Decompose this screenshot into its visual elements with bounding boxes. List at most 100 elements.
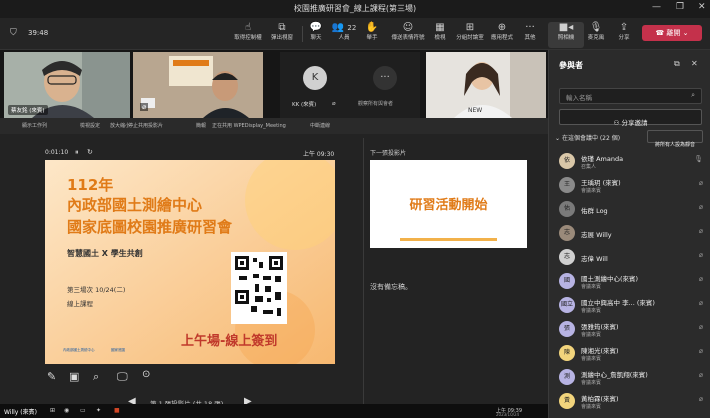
avatar: 國立 xyxy=(559,297,575,313)
participant-video xyxy=(133,52,263,118)
clock-date: 2023/10/24 xyxy=(496,412,520,417)
qr-code xyxy=(235,256,283,316)
teams-meeting-window: 校園推廣研習會_線上課程(第三場) — ❐ ✕ ⛉ 39:48 ☝ 取得控制權 … xyxy=(0,0,710,418)
participant-role: 召集人 xyxy=(581,164,597,170)
view-all-tile[interactable]: ··· 觀察所有與會者 xyxy=(350,52,420,118)
participant-name: 黃柏霖(來賓) xyxy=(581,395,619,403)
pause-icon[interactable]: ⏸ xyxy=(75,148,79,157)
powerpoint-icon[interactable]: ■ xyxy=(114,407,120,414)
search-participants-input[interactable]: 輸入名稱 ⌕ xyxy=(559,88,702,104)
avatar: 佑 xyxy=(559,201,575,217)
slide-title-line1: 內政部國土測繪中心 xyxy=(67,196,203,214)
video-tile[interactable]: 蔡友銘 (來賓) xyxy=(4,52,130,118)
participant-name: 志展 Willy xyxy=(581,231,612,239)
mic-off-icon: ⌀ xyxy=(698,179,703,187)
close-panel-icon[interactable]: ✕ xyxy=(691,59,698,68)
participant-row[interactable]: 國立 國立中興高中 李... (來賓) 會議來賓 ⌀ xyxy=(559,294,707,318)
participant-name: 依瑾 Amanda xyxy=(581,155,624,163)
reset-icon[interactable]: ↻ xyxy=(87,148,93,156)
mic-off-icon: ⌀ xyxy=(698,323,703,331)
popout-panel-icon[interactable]: ⧉ xyxy=(674,59,680,69)
panel-title: 參與者 xyxy=(559,61,583,70)
participant-role: 會議來賓 xyxy=(581,404,602,410)
participant-name: 陳湘光(來賓) xyxy=(581,347,619,355)
share-invite-button[interactable]: ⚇ 分享邀請 xyxy=(559,109,702,127)
slideshow-button[interactable]: 簡報 xyxy=(196,122,206,129)
avatar: 志 xyxy=(559,225,575,241)
minimize-icon[interactable]: — xyxy=(652,2,661,12)
avatar: K xyxy=(303,66,327,90)
participant-name: 國土測繪中心(來賓) xyxy=(581,275,639,283)
avatar: 張 xyxy=(559,321,575,337)
folder-icon[interactable]: ▭ xyxy=(80,407,86,414)
participant-row[interactable]: 黃黃柏霖(來賓) 會議來賓 ⌀ xyxy=(559,390,707,414)
logo-nlsc: 內政部國土測繪中心 xyxy=(63,348,95,352)
next-slide-label: 下一張投影片 xyxy=(370,150,407,157)
view-settings-button[interactable]: 檢視設定 xyxy=(80,122,100,129)
mute-all-button[interactable]: 將所有人設為靜音 xyxy=(647,130,703,148)
participant-name: 王瑀玥 (來賓) xyxy=(581,179,621,187)
close-icon[interactable]: ✕ xyxy=(698,2,706,12)
participant-row[interactable]: 佑佑群 Log ⌀ xyxy=(559,198,707,222)
shield-icon: ⛉ xyxy=(10,28,17,38)
slides-grid-icon[interactable]: ▣ xyxy=(69,370,79,383)
zoom-icon[interactable]: ⌕ xyxy=(93,370,99,384)
participant-row[interactable]: 國國土測繪中心(來賓) 會議來賓 ⌀ xyxy=(559,270,707,294)
mic-off-icon: ⌀ xyxy=(698,347,703,355)
notes-text: 沒有備忘稿。 xyxy=(370,283,412,291)
start-icon[interactable]: ⊞ xyxy=(50,407,55,414)
teams-icon[interactable]: ✦ xyxy=(96,407,101,414)
more-button[interactable]: ··· 其他 xyxy=(510,22,550,48)
avatar: 黃 xyxy=(559,393,575,409)
participant-row[interactable]: 陳陳湘光(來賓) 會議來賓 ⌀ xyxy=(559,342,707,366)
system-taskbar: Willy (來賓) ⊞ ◉ ▭ ✦ ■ 上午 09:39 2023/10/24 xyxy=(0,404,548,418)
leave-button[interactable]: ☎ 離開 ⌄ xyxy=(642,25,702,41)
video-tile[interactable]: NEW xyxy=(426,52,546,118)
video-tile[interactable] xyxy=(133,52,263,118)
clock: 上午 09:30 xyxy=(303,151,335,158)
search-icon: ⌕ xyxy=(691,91,695,99)
logo-basemap: 國家底圖 xyxy=(111,348,125,352)
participant-row[interactable]: 志志偉 Will ⌀ xyxy=(559,246,707,270)
share-icon: ⇪ xyxy=(619,22,629,33)
avatar: 志 xyxy=(559,249,575,265)
slide-signin-label: 上午場-線上簽到 xyxy=(181,334,278,349)
mic-off-icon: ⌀ xyxy=(698,251,703,259)
disconnect-button[interactable]: 中斷連線 xyxy=(310,122,330,129)
participant-row[interactable]: 志志展 Willy ⌀ xyxy=(559,222,707,246)
participant-name: 國立中興高中 李... (來賓) xyxy=(581,299,655,307)
participant-row[interactable]: 測測繪中心_詹凱翔(來賓) 會議來賓 ⌀ xyxy=(559,366,707,390)
stop-sharing-button[interactable]: 停止共用投影片 xyxy=(128,122,163,129)
share-button[interactable]: ⇪ 分享 xyxy=(604,22,644,48)
mic-off-icon: ⌀ xyxy=(698,299,703,307)
monitor-icon[interactable]: 🖵 xyxy=(117,370,128,384)
participant-role: 會議來賓 xyxy=(581,308,602,314)
section-toggle[interactable]: ⌄ 在這個會議中 (22 個) xyxy=(555,133,620,142)
participant-name: 測繪中心_詹凱翔(來賓) xyxy=(581,371,648,379)
participants-panel: 參與者 ⧉ ✕ 輸入名稱 ⌕ ⚇ 分享邀請 ⌄ 在這個會議中 (22 個) 將所… xyxy=(548,50,710,418)
view-all-label: 觀察所有與會者 xyxy=(358,101,394,107)
maximize-icon[interactable]: ❐ xyxy=(676,2,684,12)
participant-row[interactable]: 張張雅筠(來賓) 會議來賓 ⌀ xyxy=(559,318,707,342)
elapsed-timer: 0:01:10 xyxy=(45,149,69,156)
mic-off-icon: ⌀ xyxy=(698,203,703,211)
participant-name: KK (來賓) xyxy=(292,102,317,108)
show-taskbar-button[interactable]: 顯示工作列 xyxy=(22,122,47,129)
browser-icon[interactable]: ◉ xyxy=(64,407,69,414)
next-slide-preview[interactable]: 研習活動開始 xyxy=(370,160,527,248)
phone-icon: ☎ xyxy=(655,29,665,37)
pen-icon[interactable]: ✎ xyxy=(47,370,56,383)
people-icon: 👥 xyxy=(331,22,345,33)
participant-row[interactable]: 依依瑾 Amanda 召集人 🎙 xyxy=(559,150,707,174)
person-add-icon: ⚇ xyxy=(613,119,620,127)
video-tile[interactable]: K KK (來賓) ⌀ xyxy=(280,52,350,118)
more-options-icon[interactable]: ⊙ xyxy=(142,369,150,380)
mic-off-icon: ⌀ xyxy=(698,227,703,235)
participant-video: NEW xyxy=(426,52,546,118)
slide-session: 第三場次 10/24(二) xyxy=(67,286,126,294)
slide-tagline: 智慧國土 X 學生共創 xyxy=(67,249,143,258)
participant-name: 張雅筠(來賓) xyxy=(581,323,619,331)
avatar: 王 xyxy=(559,177,575,193)
participant-role: 會議來賓 xyxy=(581,332,602,338)
participant-row[interactable]: 王王瑀玥 (來賓) 會議來賓 ⌀ xyxy=(559,174,707,198)
